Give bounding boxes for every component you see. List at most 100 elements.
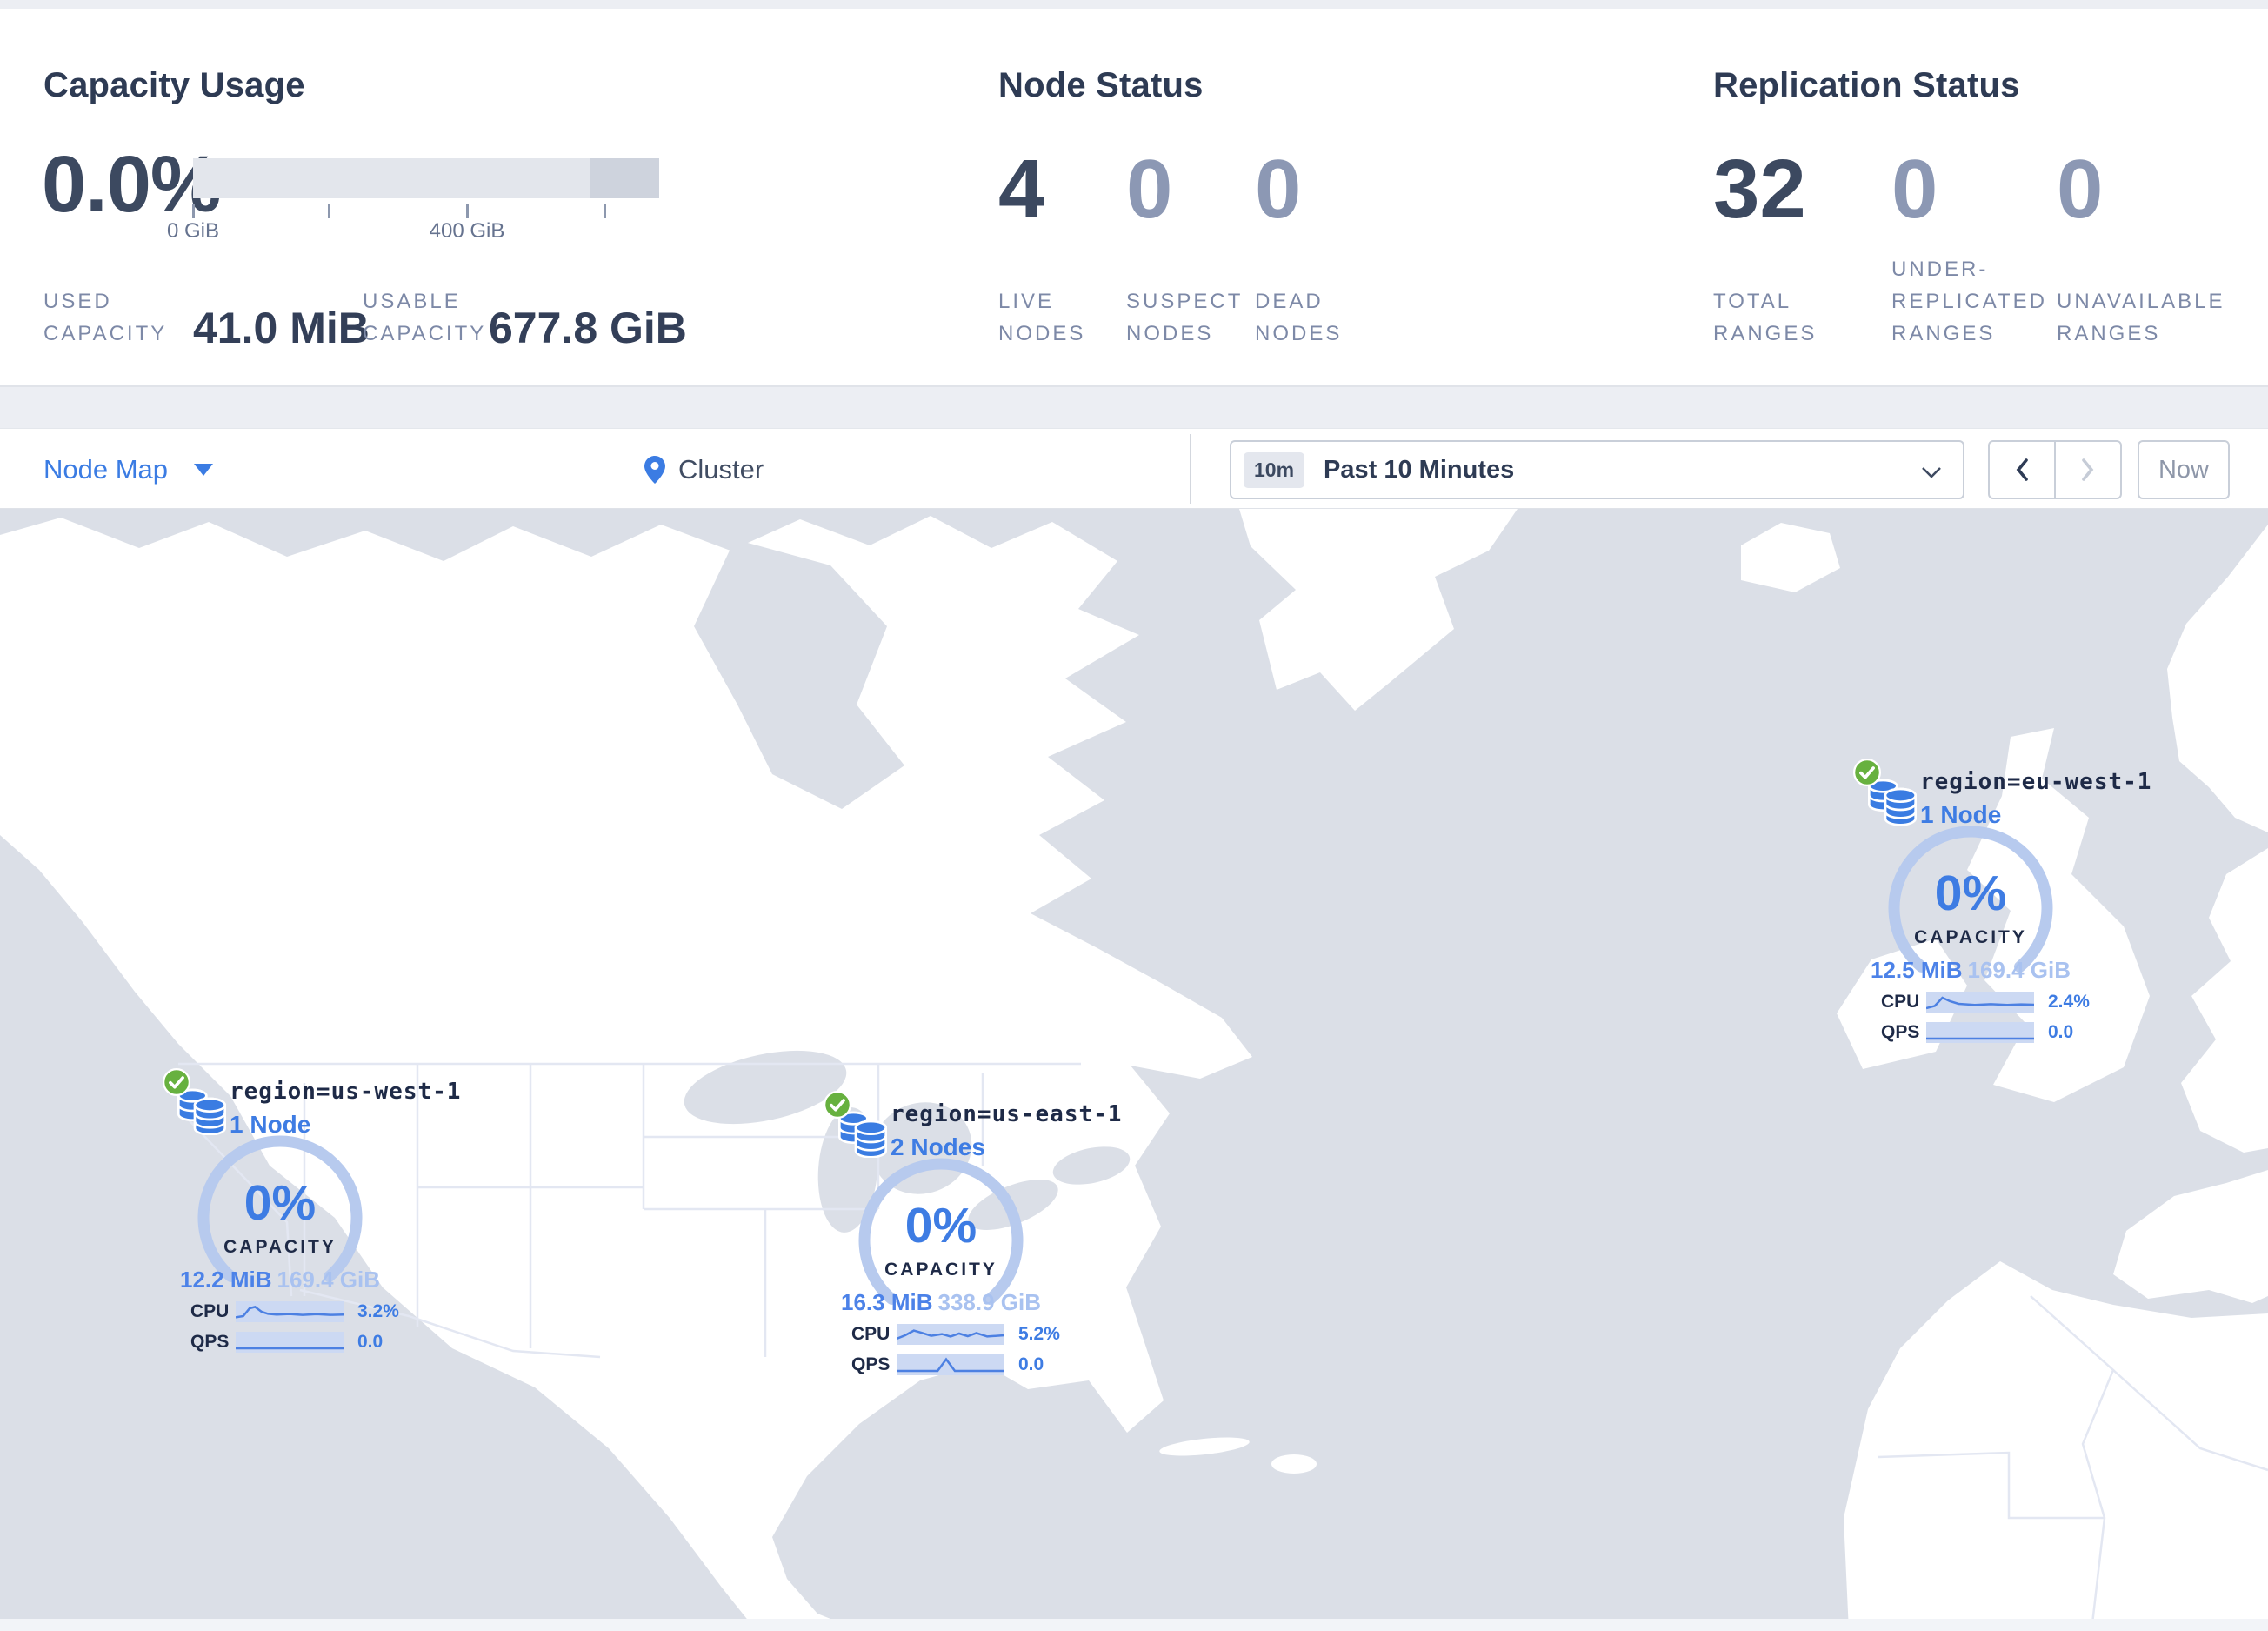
qps-sparkline bbox=[897, 1354, 1004, 1375]
gauge-percent: 0% bbox=[243, 1175, 317, 1231]
locality-marker-us-west-1[interactable]: region=us-west-1 1 Node 0% CAPACITY 12.2… bbox=[162, 1067, 460, 1367]
suspect-nodes-count: 0 bbox=[1126, 143, 1173, 236]
qps-label: QPS bbox=[851, 1354, 891, 1374]
cpu-value: 5.2% bbox=[1018, 1324, 1060, 1344]
toolbar-divider bbox=[1190, 434, 1191, 504]
time-range-label: Past 10 Minutes bbox=[1324, 455, 1515, 484]
cpu-row: CPU 3.2% bbox=[190, 1301, 399, 1322]
qps-row: QPS 0.0 bbox=[190, 1332, 399, 1353]
axis-tick bbox=[604, 204, 606, 218]
live-nodes-count: 4 bbox=[998, 143, 1045, 236]
qps-sparkline bbox=[1926, 1022, 2034, 1043]
node-status-title: Node Status bbox=[998, 66, 1204, 104]
capacity-values: 12.2 MiB 169.4 GiB bbox=[171, 1267, 389, 1293]
chevron-right-icon bbox=[2082, 458, 2094, 481]
cpu-value: 3.2% bbox=[357, 1301, 399, 1321]
cpu-label: CPU bbox=[851, 1324, 891, 1344]
locality-header: region=eu-west-1 1 Node bbox=[1920, 769, 2151, 829]
replication-status-title: Replication Status bbox=[1713, 66, 2020, 104]
gauge-percent: 0% bbox=[1934, 866, 2007, 921]
qps-value: 0.0 bbox=[1018, 1354, 1044, 1374]
caret-down-icon bbox=[194, 463, 214, 476]
capacity-used: 12.5 MiB bbox=[1871, 957, 1963, 983]
axis-tick bbox=[466, 204, 469, 218]
time-pager bbox=[1988, 440, 2122, 499]
now-button[interactable]: Now bbox=[2138, 440, 2230, 499]
capacity-gauge: 0% CAPACITY 16.3 MiB 338.9 GiB CPU 5.2% … bbox=[832, 1153, 1060, 1388]
cluster-summary-panel: Capacity Usage 0.0% 0 GiB 400 GiB USED CA… bbox=[0, 9, 2268, 387]
locality-marker-eu-west-1[interactable]: region=eu-west-1 1 Node 0% CAPACITY 12.5… bbox=[1852, 758, 2151, 1057]
locality-header: region=us-west-1 1 Node bbox=[230, 1079, 461, 1139]
total-ranges-label: TOTAL RANGES bbox=[1713, 290, 1818, 345]
node-map: region=us-west-1 1 Node 0% CAPACITY 12.2… bbox=[0, 509, 2268, 1631]
view-mode-label: Node Map bbox=[43, 453, 169, 485]
capacity-total: 169.4 GiB bbox=[277, 1267, 380, 1293]
time-forward-button[interactable] bbox=[2054, 442, 2120, 498]
unavailable-ranges-label: UNAVAILABLE RANGES bbox=[2057, 290, 2225, 345]
qps-label: QPS bbox=[1881, 1022, 1920, 1042]
gauge-label: CAPACITY bbox=[223, 1237, 337, 1257]
breadcrumb-label: Cluster bbox=[678, 453, 764, 485]
qps-label: QPS bbox=[190, 1332, 230, 1352]
time-back-button[interactable] bbox=[1990, 442, 2054, 498]
locality-region: region=eu-west-1 bbox=[1920, 769, 2152, 795]
capacity-bar bbox=[193, 158, 659, 198]
cpu-sparkline bbox=[236, 1301, 344, 1322]
cpu-label: CPU bbox=[1881, 992, 1920, 1012]
check-circle-icon bbox=[1852, 758, 1882, 787]
usable-capacity-value: 677.8 GiB bbox=[489, 304, 687, 352]
gauge-label: CAPACITY bbox=[1914, 927, 2027, 947]
qps-value: 0.0 bbox=[357, 1332, 384, 1352]
live-nodes-label: LIVE NODES bbox=[998, 290, 1086, 345]
used-capacity-value: 41.0 MiB bbox=[193, 304, 370, 352]
gauge-percent: 0% bbox=[904, 1198, 977, 1253]
map-toolbar: Node Map Cluster 10m Past 10 Minutes Now bbox=[0, 428, 2268, 509]
capacity-used: 16.3 MiB bbox=[841, 1289, 933, 1315]
usable-capacity-label: USABLE CAPACITY bbox=[363, 290, 487, 345]
capacity-gauge: 0% CAPACITY 12.5 MiB 169.4 GiB CPU 2.4% … bbox=[1862, 821, 2090, 1056]
world-map bbox=[0, 509, 2268, 1631]
capacity-bar-dark-segment bbox=[590, 158, 659, 198]
view-mode-dropdown[interactable]: Node Map bbox=[43, 429, 214, 510]
under-replicated-ranges-count: 0 bbox=[1891, 143, 1938, 236]
capacity-usage-title: Capacity Usage bbox=[43, 66, 305, 104]
cpu-row: CPU 5.2% bbox=[851, 1324, 1060, 1345]
locality-region: region=us-west-1 bbox=[230, 1079, 462, 1105]
unavailable-ranges-count: 0 bbox=[2057, 143, 2104, 236]
time-range-dropdown[interactable]: 10m Past 10 Minutes bbox=[1230, 440, 1964, 499]
cpu-value: 2.4% bbox=[2048, 992, 2090, 1012]
capacity-values: 12.5 MiB 169.4 GiB bbox=[1862, 957, 2079, 984]
gauge-label: CAPACITY bbox=[884, 1260, 997, 1280]
qps-row: QPS 0.0 bbox=[851, 1354, 1060, 1375]
suspect-nodes-label: SUSPECT NODES bbox=[1126, 290, 1244, 345]
locality-marker-us-east-1[interactable]: region=us-east-1 2 Nodes 0% CAPACITY 16.… bbox=[823, 1090, 1121, 1389]
cpu-label: CPU bbox=[190, 1301, 230, 1321]
axis-tick bbox=[328, 204, 330, 218]
capacity-values: 16.3 MiB 338.9 GiB bbox=[832, 1289, 1050, 1316]
breadcrumb[interactable]: Cluster bbox=[644, 429, 764, 510]
cpu-row: CPU 2.4% bbox=[1881, 992, 2090, 1013]
time-range-badge: 10m bbox=[1244, 451, 1305, 488]
location-pin-icon bbox=[644, 455, 665, 484]
chevron-left-icon bbox=[2016, 458, 2028, 481]
dead-nodes-label: DEAD NODES bbox=[1255, 290, 1343, 345]
axis-tick-label: 400 GiB bbox=[429, 219, 505, 243]
locality-region: region=us-east-1 bbox=[891, 1101, 1123, 1127]
check-circle-icon bbox=[162, 1067, 191, 1097]
capacity-total: 169.4 GiB bbox=[1967, 957, 2071, 983]
capacity-gauge: 0% CAPACITY 12.2 MiB 169.4 GiB CPU 3.2% … bbox=[171, 1131, 399, 1366]
capacity-total: 338.9 GiB bbox=[937, 1289, 1041, 1315]
chevron-down-icon bbox=[1922, 467, 1941, 478]
under-replicated-ranges-label: UNDER- REPLICATED RANGES bbox=[1891, 257, 2047, 345]
total-ranges-count: 32 bbox=[1713, 143, 1806, 236]
check-circle-icon bbox=[823, 1090, 852, 1120]
locality-header: region=us-east-1 2 Nodes bbox=[891, 1101, 1122, 1161]
qps-value: 0.0 bbox=[2048, 1022, 2074, 1042]
cpu-sparkline bbox=[1926, 992, 2034, 1013]
axis-tick bbox=[192, 204, 195, 218]
qps-sparkline bbox=[236, 1332, 344, 1353]
dead-nodes-count: 0 bbox=[1255, 143, 1302, 236]
cpu-sparkline bbox=[897, 1324, 1004, 1345]
capacity-used: 12.2 MiB bbox=[180, 1267, 272, 1293]
qps-row: QPS 0.0 bbox=[1881, 1022, 2090, 1043]
